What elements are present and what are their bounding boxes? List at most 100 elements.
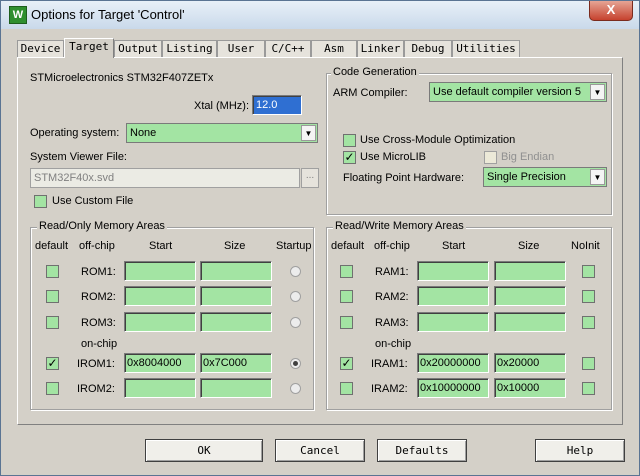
tab-user[interactable]: User xyxy=(217,40,265,57)
iram1-default-checkbox[interactable]: ✓ xyxy=(340,357,353,370)
svf-browse-button: ... xyxy=(301,168,319,188)
iram1-size-input[interactable]: 0x20000 xyxy=(494,353,566,373)
code-generation-legend: Code Generation xyxy=(331,66,419,78)
irom1-default-checkbox[interactable]: ✓ xyxy=(46,357,59,370)
ro-header-default: default xyxy=(35,240,69,252)
big-endian-checkbox xyxy=(484,151,497,164)
big-endian-label: Big Endian xyxy=(501,151,555,163)
tab-linker[interactable]: Linker xyxy=(357,40,404,57)
rom2-startup-radio[interactable] xyxy=(290,291,301,302)
arm-compiler-select[interactable]: Use default compiler version 5 ▼ xyxy=(429,82,607,102)
ram1-noinit-checkbox[interactable] xyxy=(582,265,595,278)
irom2-size-input[interactable] xyxy=(200,378,272,398)
irom1-start-input[interactable]: 0x8004000 xyxy=(124,353,196,373)
rom2-default-checkbox[interactable] xyxy=(46,290,59,303)
tab-utilities[interactable]: Utilities xyxy=(452,40,520,57)
tab-asm[interactable]: Asm xyxy=(311,40,357,57)
xtal-label: Xtal (MHz): xyxy=(194,100,249,112)
tab-listing[interactable]: Listing xyxy=(162,40,217,57)
irom2-label: IROM2: xyxy=(77,383,115,395)
rom1-size-input[interactable] xyxy=(200,261,272,281)
chevron-down-icon[interactable]: ▼ xyxy=(590,169,605,185)
ram3-label: RAM3: xyxy=(375,317,409,329)
ram2-label: RAM2: xyxy=(375,291,409,303)
os-select-value: None xyxy=(130,127,157,139)
rom1-start-input[interactable] xyxy=(124,261,196,281)
chevron-down-icon[interactable]: ▼ xyxy=(301,125,316,141)
ram1-default-checkbox[interactable] xyxy=(340,265,353,278)
microlib-checkbox[interactable]: ✓ xyxy=(343,151,356,164)
defaults-button[interactable]: Defaults xyxy=(377,439,467,462)
irom2-startup-radio[interactable] xyxy=(290,383,301,394)
rom1-startup-radio[interactable] xyxy=(290,266,301,277)
close-button[interactable]: X xyxy=(589,1,633,21)
iram2-noinit-checkbox[interactable] xyxy=(582,382,595,395)
os-label: Operating system: xyxy=(30,127,120,139)
device-name: STMicroelectronics STM32F407ZETx xyxy=(30,72,214,84)
iram2-start-input[interactable]: 0x10000000 xyxy=(417,378,489,398)
ro-header-size: Size xyxy=(224,240,246,252)
ram2-size-input[interactable] xyxy=(494,286,566,306)
rw-onchip-label: on-chip xyxy=(375,338,412,350)
rom3-startup-radio[interactable] xyxy=(290,317,301,328)
ram1-size-input[interactable] xyxy=(494,261,566,281)
cross-module-label: Use Cross-Module Optimization xyxy=(360,134,516,146)
tab-output[interactable]: Output xyxy=(114,40,162,57)
iram1-start-input[interactable]: 0x20000000 xyxy=(417,353,489,373)
tab-debug[interactable]: Debug xyxy=(404,40,452,57)
fpu-label: Floating Point Hardware: xyxy=(343,172,465,184)
ram3-default-checkbox[interactable] xyxy=(340,316,353,329)
rom2-size-input[interactable] xyxy=(200,286,272,306)
fpu-value: Single Precision xyxy=(487,171,566,183)
ram2-default-checkbox[interactable] xyxy=(340,290,353,303)
ro-header-offchip: off-chip xyxy=(79,240,115,252)
rw-header-default: default xyxy=(331,240,365,252)
irom1-label: IROM1: xyxy=(77,358,115,370)
cross-module-checkbox[interactable] xyxy=(343,134,356,147)
iram2-size-input[interactable]: 0x10000 xyxy=(494,378,566,398)
fpu-select[interactable]: Single Precision ▼ xyxy=(483,167,607,187)
rom3-default-checkbox[interactable] xyxy=(46,316,59,329)
ro-header-start: Start xyxy=(149,240,173,252)
help-button[interactable]: Help xyxy=(535,439,625,462)
rom2-label: ROM2: xyxy=(81,291,116,303)
ram2-start-input[interactable] xyxy=(417,286,489,306)
iram2-default-checkbox[interactable] xyxy=(340,382,353,395)
ram1-start-input[interactable] xyxy=(417,261,489,281)
ram3-noinit-checkbox[interactable] xyxy=(582,316,595,329)
tab-cpp[interactable]: C/C++ xyxy=(265,40,311,57)
rom3-start-input[interactable] xyxy=(124,312,196,332)
rom3-size-input[interactable] xyxy=(200,312,272,332)
ram3-size-input[interactable] xyxy=(494,312,566,332)
irom2-start-input[interactable] xyxy=(124,378,196,398)
ram1-label: RAM1: xyxy=(375,266,409,278)
custom-file-label: Use Custom File xyxy=(52,195,134,207)
window-title: Options for Target 'Control' xyxy=(31,7,185,22)
microlib-label: Use MicroLIB xyxy=(360,151,427,163)
rw-memory-legend: Read/Write Memory Areas xyxy=(333,220,466,232)
code-generation-group: Code Generation ARM Compiler: Use defaul… xyxy=(326,66,612,215)
target-tab-panel: STMicroelectronics STM32F407ZETx Xtal (M… xyxy=(17,57,623,425)
title-bar[interactable]: W Options for Target 'Control' X xyxy=(1,1,639,29)
rw-header-start: Start xyxy=(442,240,466,252)
ram3-start-input[interactable] xyxy=(417,312,489,332)
cancel-button[interactable]: Cancel xyxy=(275,439,365,462)
options-dialog: W Options for Target 'Control' X Device … xyxy=(0,0,640,476)
irom1-startup-radio[interactable] xyxy=(290,358,301,369)
xtal-input[interactable]: 12.0 xyxy=(252,95,302,115)
iram1-noinit-checkbox[interactable] xyxy=(582,357,595,370)
rom2-start-input[interactable] xyxy=(124,286,196,306)
chevron-down-icon[interactable]: ▼ xyxy=(590,84,605,100)
irom2-default-checkbox[interactable] xyxy=(46,382,59,395)
rom1-label: ROM1: xyxy=(81,266,116,278)
ram2-noinit-checkbox[interactable] xyxy=(582,290,595,303)
os-select[interactable]: None ▼ xyxy=(126,123,318,143)
rom1-default-checkbox[interactable] xyxy=(46,265,59,278)
custom-file-checkbox[interactable] xyxy=(34,195,47,208)
tab-device[interactable]: Device xyxy=(17,40,64,57)
ok-button[interactable]: OK xyxy=(145,439,263,462)
svf-label: System Viewer File: xyxy=(30,151,127,163)
irom1-size-input[interactable]: 0x7C000 xyxy=(200,353,272,373)
tab-target[interactable]: Target xyxy=(64,38,114,58)
ro-header-startup: Startup xyxy=(276,240,312,252)
